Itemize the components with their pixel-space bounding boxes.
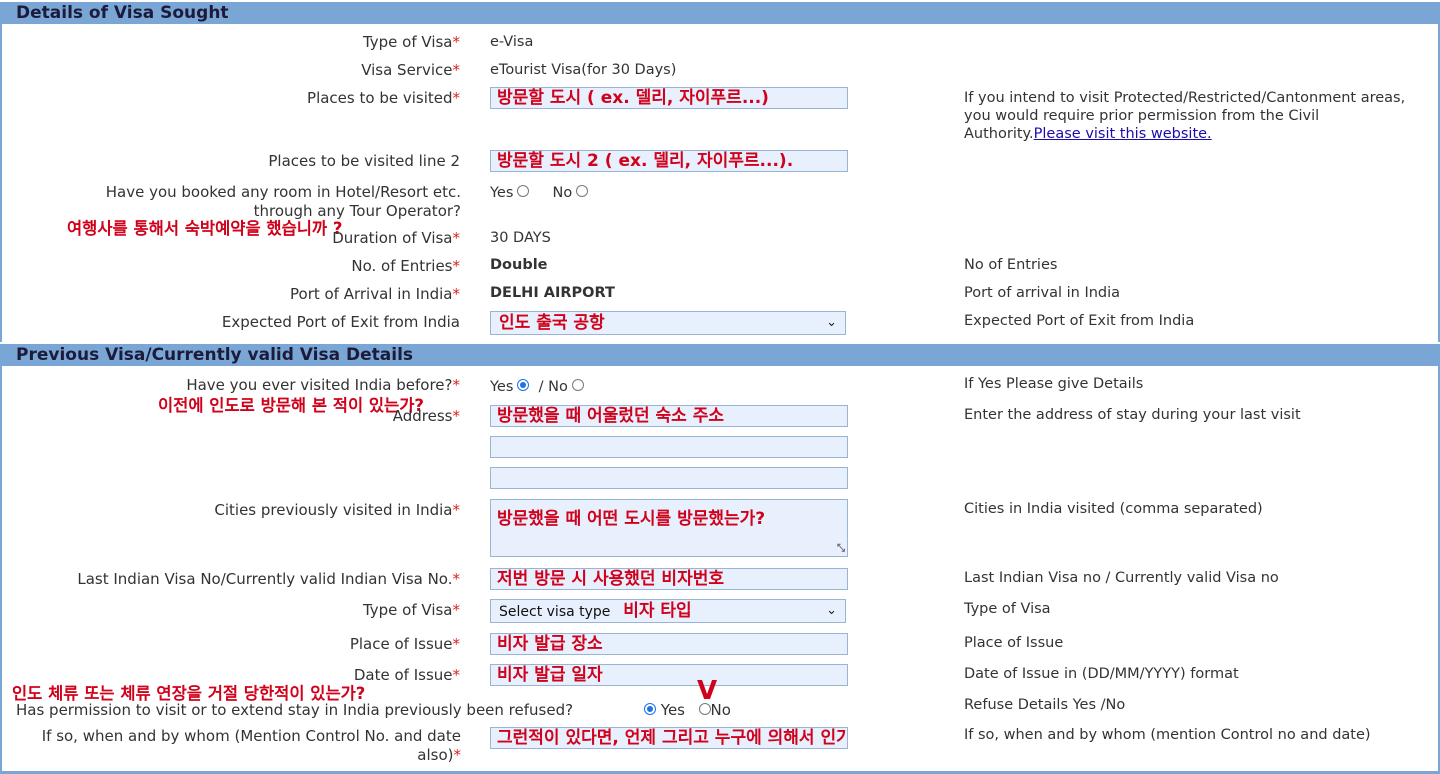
visit-website-link[interactable]: Please visit this website. xyxy=(1034,126,1212,142)
check-mark-annotation: V xyxy=(697,676,718,706)
hotel-yes-radio[interactable] xyxy=(517,185,530,197)
label-refused-details: If so, when and by whom (Mention Control… xyxy=(41,727,461,764)
hint-entries: No of Entries xyxy=(964,257,1058,273)
hint-places: If you intend to visit Protected/Restric… xyxy=(964,89,1424,143)
label-entries: No. of Entries* xyxy=(351,257,460,275)
label-places-2: Places to be visited line 2 xyxy=(268,152,460,170)
annotation-hotel: 여행사를 통해서 숙박예약을 했습니까 ? xyxy=(67,219,343,238)
places-input[interactable]: 방문할 도시 ( ex. 델리, 자이푸르...) xyxy=(490,87,848,109)
last-visa-input[interactable]: 저번 방문 시 사용했던 비자번호 xyxy=(490,568,848,590)
label-duration: Duration of Visa* xyxy=(332,229,460,247)
refused-radios: Yes No xyxy=(640,701,731,719)
address-input-3[interactable] xyxy=(490,467,848,489)
hotel-no-radio[interactable] xyxy=(576,185,589,197)
section-frame xyxy=(0,22,1440,342)
hint-port-exit: Expected Port of Exit from India xyxy=(964,313,1195,329)
label-port-exit: Expected Port of Exit from India xyxy=(221,313,460,331)
label-type-of-visa: Type of Visa* xyxy=(362,33,460,51)
port-exit-value: 인도 출국 공항 xyxy=(499,313,605,333)
label-refused: Has permission to visit or to extend sta… xyxy=(16,701,574,719)
hint-prev-type: Type of Visa xyxy=(964,601,1051,617)
address-input-2[interactable] xyxy=(490,436,848,458)
chevron-down-icon: ⌄ xyxy=(826,603,837,618)
visited-no-radio[interactable] xyxy=(571,379,584,391)
hotel-no-label: No xyxy=(552,185,573,201)
hint-address: Enter the address of stay during your la… xyxy=(964,407,1301,423)
chevron-down-icon: ⌄ xyxy=(826,315,837,330)
label-address: Address* xyxy=(392,407,460,425)
prev-visa-type-value: 비자 타입 xyxy=(623,601,692,621)
port-exit-select[interactable]: 인도 출국 공항 ⌄ xyxy=(490,311,846,335)
value-duration: 30 DAYS xyxy=(490,230,551,246)
date-issue-input[interactable]: 비자 발급 일자 xyxy=(490,664,848,686)
refused-details-input[interactable]: 그런적이 있다면, 언제 그리고 누구에 의해서 인가요? xyxy=(490,727,848,749)
address-input-1[interactable]: 방문했을 때 어울렀던 숙소 주소 xyxy=(490,405,848,427)
hint-visited-before: If Yes Please give Details xyxy=(964,376,1144,392)
label-last-visa: Last Indian Visa No/Currently valid Indi… xyxy=(77,570,460,588)
refused-yes-label: Yes xyxy=(660,701,685,719)
hint-port-arrival: Port of arrival in India xyxy=(964,285,1121,301)
value-entries: Double xyxy=(490,257,548,273)
value-port-arrival: DELHI AIRPORT xyxy=(490,285,615,301)
visited-yes-label: Yes xyxy=(490,379,514,395)
cities-value: 방문했을 때 어떤 도시를 방문했는가? xyxy=(497,509,766,529)
label-visa-service: Visa Service* xyxy=(361,61,460,79)
prev-visa-type-select[interactable]: Select visa type 비자 타입 ⌄ xyxy=(490,599,846,623)
places-2-input[interactable]: 방문할 도시 2 ( ex. 델리, 자이푸르...). xyxy=(490,150,848,172)
cities-textarea[interactable]: 방문했을 때 어떤 도시를 방문했는가? ⤡ xyxy=(490,499,848,557)
label-prev-type: Type of Visa* xyxy=(362,601,460,619)
hotel-booked-radios: Yes No xyxy=(490,185,589,201)
label-port-arrival: Port of Arrival in India* xyxy=(290,285,460,303)
annotation-visited: 이전에 인도로 방문해 본 적이 있는가? xyxy=(158,396,424,415)
place-issue-input[interactable]: 비자 발급 장소 xyxy=(490,633,848,655)
prev-visa-type-placeholder: Select visa type xyxy=(499,604,611,620)
visited-yes-radio[interactable] xyxy=(517,379,530,391)
hint-refused-details: If so, when and by whom (mention Control… xyxy=(964,727,1371,743)
label-place-issue: Place of Issue* xyxy=(349,635,460,653)
value-visa-service: eTourist Visa(for 30 Days) xyxy=(490,62,677,78)
hint-last-visa: Last Indian Visa no / Currently valid Vi… xyxy=(964,570,1279,586)
section-header-visa-sought: Details of Visa Sought xyxy=(0,2,1440,24)
hint-refused: Refuse Details Yes /No xyxy=(964,697,1126,713)
refused-yes-radio[interactable] xyxy=(644,702,656,715)
hint-cities: Cities in India visited (comma separated… xyxy=(964,501,1263,517)
section-header-previous-visa: Previous Visa/Currently valid Visa Detai… xyxy=(0,344,1440,366)
hotel-yes-label: Yes xyxy=(490,185,514,201)
hint-date-issue: Date of Issue in (DD/MM/YYYY) format xyxy=(964,666,1239,682)
label-places: Places to be visited* xyxy=(307,89,460,107)
value-type-of-visa: e-Visa xyxy=(490,34,534,50)
visited-no-label: / No xyxy=(538,379,568,395)
hint-place-issue: Place of Issue xyxy=(964,635,1064,651)
label-cities: Cities previously visited in India* xyxy=(214,501,460,519)
resize-grip-icon[interactable]: ⤡ xyxy=(837,544,845,554)
visited-before-radios: Yes / No xyxy=(490,379,584,395)
label-date-issue: Date of Issue* xyxy=(353,666,460,684)
